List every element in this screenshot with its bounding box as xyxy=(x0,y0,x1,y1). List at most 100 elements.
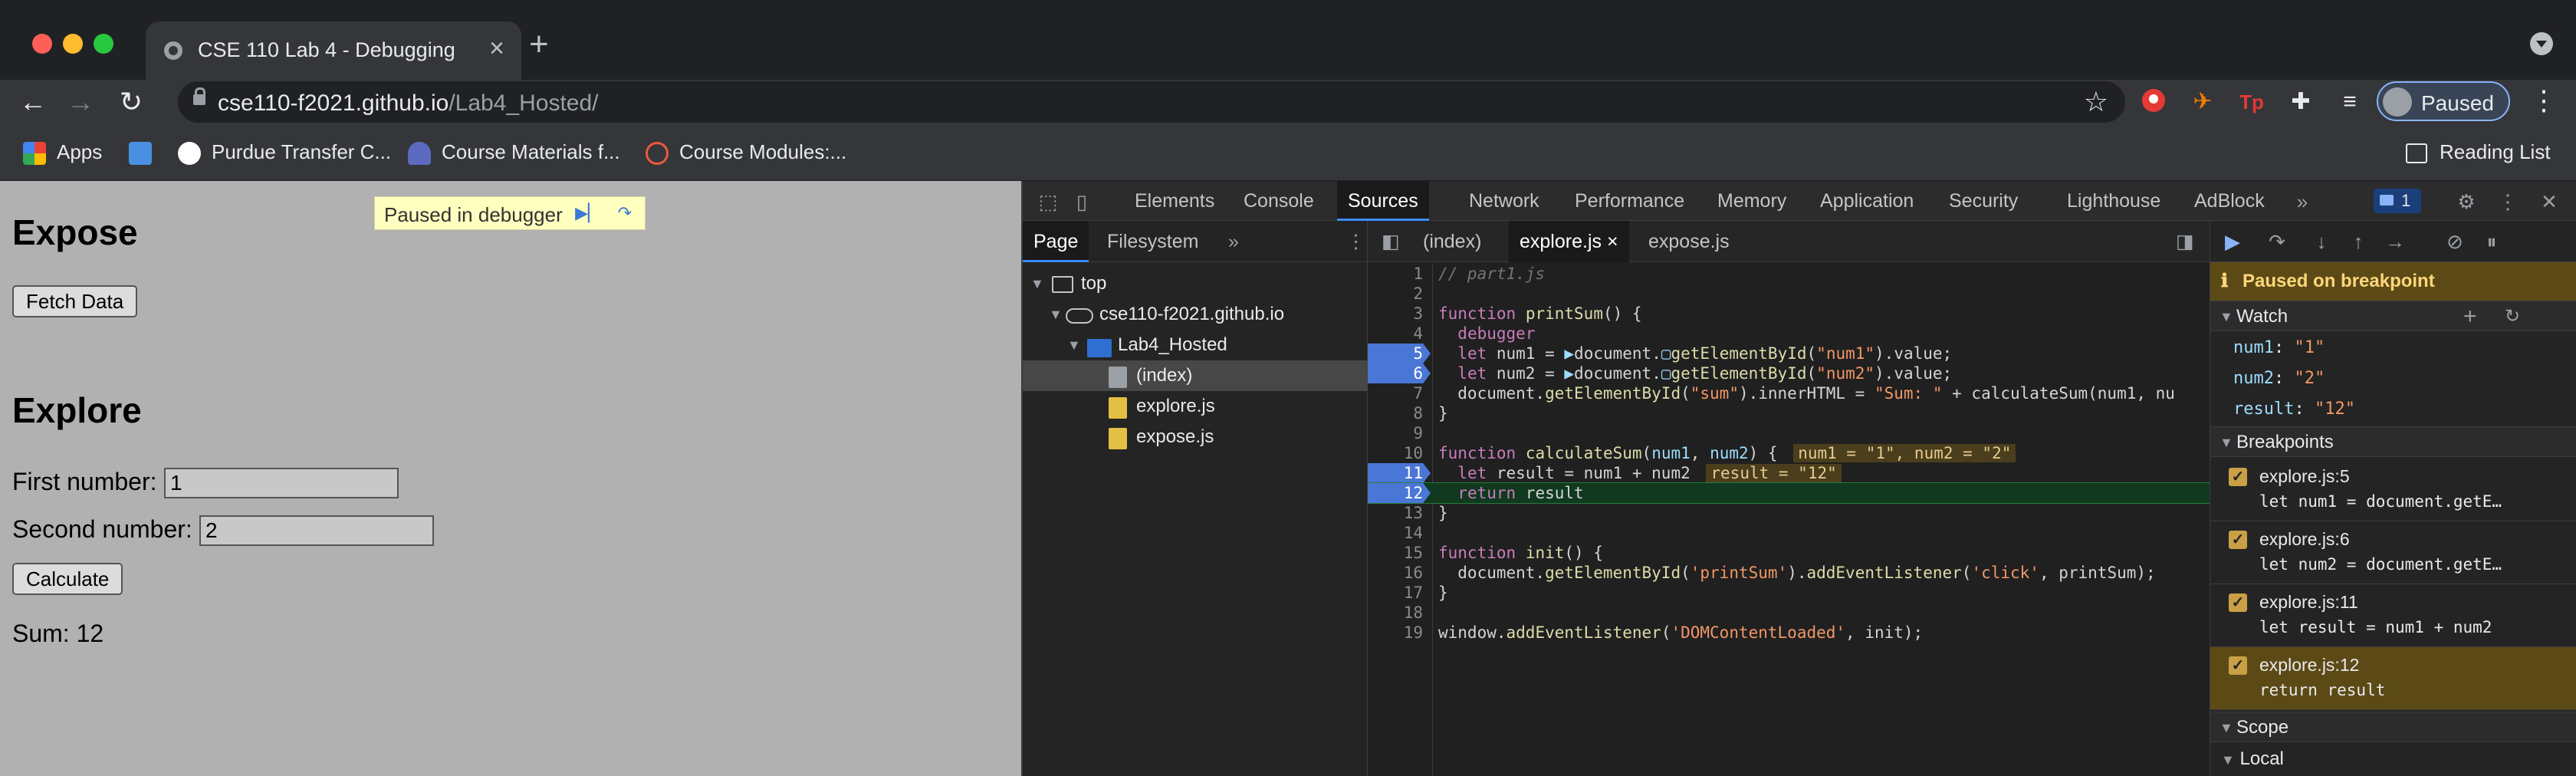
first-number-input[interactable] xyxy=(164,468,399,498)
breakpoint-marker[interactable]: 12 xyxy=(1368,483,1431,503)
messages-badge[interactable]: 1 xyxy=(2374,189,2421,213)
step-icon[interactable]: → xyxy=(2384,230,2407,253)
back-icon[interactable]: ← xyxy=(15,84,51,120)
watch-item[interactable]: result: "12" xyxy=(2210,394,2576,425)
more-tabs-icon[interactable]: » xyxy=(2291,190,2314,213)
watch-item[interactable]: num1: "1" xyxy=(2210,333,2576,363)
scope-local-header[interactable]: ▼ Local xyxy=(2210,744,2576,774)
breakpoint-marker[interactable]: 11 xyxy=(1368,463,1431,483)
resume-icon[interactable]: ▶ xyxy=(2221,230,2244,253)
close-devtools-icon[interactable]: ✕ xyxy=(2538,190,2561,213)
close-window-icon[interactable] xyxy=(32,34,52,54)
line-number[interactable]: 15 xyxy=(1368,543,1431,563)
code-line[interactable]: 18 xyxy=(1368,603,2210,623)
second-number-input[interactable] xyxy=(199,515,434,546)
bookmark-apps[interactable]: Apps xyxy=(23,138,102,166)
line-number[interactable]: 3 xyxy=(1368,304,1431,324)
code-line[interactable]: 4 debugger xyxy=(1368,324,2210,344)
tab-console[interactable]: Console xyxy=(1233,181,1325,221)
tree-file-index[interactable]: (index) xyxy=(1023,360,1368,391)
code-line-breakpoint[interactable]: 6 let num2 = ▶document.▢getElementById("… xyxy=(1368,363,2210,383)
bookmark-star-icon[interactable]: ☆ xyxy=(2084,86,2108,118)
code-line[interactable]: 14 xyxy=(1368,523,2210,543)
collapse-arrow-icon[interactable]: ▼ xyxy=(2221,752,2235,768)
media-queue-icon[interactable]: ≡ xyxy=(2335,87,2364,117)
bookmark-course-modules[interactable]: Course Modules:... xyxy=(646,138,846,166)
step-over-icon[interactable]: ↷ xyxy=(610,202,640,225)
code-line[interactable]: 2 xyxy=(1368,284,2210,304)
close-tab-icon[interactable]: × xyxy=(489,34,504,64)
expand-arrow-icon[interactable]: ▼ xyxy=(1067,330,1081,360)
code-line[interactable]: 7 document.getElementById("sum").innerHT… xyxy=(1368,383,2210,403)
breakpoint-item[interactable]: ✓ explore.js:5 let num1 = document.getE… xyxy=(2210,459,2576,521)
expand-arrow-icon[interactable]: ▼ xyxy=(1030,268,1044,299)
editor-tab-explore[interactable]: explore.js × xyxy=(1509,221,1629,262)
extension-orange-icon[interactable]: ✈ xyxy=(2188,87,2217,117)
watch-item[interactable]: num2: "2" xyxy=(2210,363,2576,394)
minimize-window-icon[interactable] xyxy=(63,34,83,54)
current-execution-line[interactable]: 12 return result xyxy=(1368,482,2210,504)
profile-button[interactable]: Paused xyxy=(2377,81,2510,121)
tree-file-expose[interactable]: expose.js xyxy=(1023,422,1368,452)
tab-filesystem[interactable]: Filesystem xyxy=(1096,221,1209,262)
calculate-button[interactable]: Calculate xyxy=(12,563,123,595)
collapse-arrow-icon[interactable]: ▼ xyxy=(2220,712,2233,743)
collapse-arrow-icon[interactable]: ▼ xyxy=(2220,301,2233,332)
step-out-icon[interactable]: ↑ xyxy=(2347,230,2370,253)
editor-tab-expose[interactable]: expose.js xyxy=(1638,221,1740,262)
line-number[interactable]: 14 xyxy=(1368,523,1431,543)
line-number[interactable]: 7 xyxy=(1368,383,1431,403)
tab-adblock[interactable]: AdBlock xyxy=(2183,181,2275,221)
line-number[interactable]: 13 xyxy=(1368,503,1431,523)
code-line[interactable]: 19 window.addEventListener('DOMContentLoa… xyxy=(1368,623,2210,643)
breakpoint-checkbox[interactable]: ✓ xyxy=(2229,531,2247,549)
line-number[interactable]: 8 xyxy=(1368,403,1431,423)
new-tab-icon[interactable]: + xyxy=(529,28,549,61)
tab-network[interactable]: Network xyxy=(1458,181,1550,221)
line-number[interactable]: 16 xyxy=(1368,563,1431,583)
tab-lighthouse[interactable]: Lighthouse xyxy=(2056,181,2171,221)
code-line[interactable]: 3 function printSum() { xyxy=(1368,304,2210,324)
tab-sources[interactable]: Sources xyxy=(1337,181,1429,221)
tab-search-icon[interactable] xyxy=(2530,32,2553,55)
resume-icon[interactable]: ▶▏ xyxy=(573,202,603,225)
breakpoints-section-header[interactable]: ▼ Breakpoints xyxy=(2210,426,2576,457)
tree-item-top[interactable]: ▼ top xyxy=(1023,268,1368,299)
tab-security[interactable]: Security xyxy=(1938,181,2029,221)
inspect-element-icon[interactable]: ⬚ xyxy=(1037,190,1060,213)
tree-item-domain[interactable]: ▼ cse110-f2021.github.io xyxy=(1023,299,1368,330)
source-code[interactable]: 1// part1.js 2 3 function printSum() { 4 … xyxy=(1368,264,2210,776)
expand-arrow-icon[interactable]: ▼ xyxy=(1049,299,1063,330)
reload-icon[interactable]: ↻ xyxy=(113,84,149,120)
code-line-breakpoint[interactable]: 5 let num1 = ▶document.▢getElementById("… xyxy=(1368,344,2210,363)
line-number[interactable]: 17 xyxy=(1368,583,1431,603)
line-number[interactable]: 2 xyxy=(1368,284,1431,304)
breakpoint-marker[interactable]: 5 xyxy=(1368,344,1431,363)
reading-list-button[interactable]: Reading List xyxy=(2406,138,2551,166)
forward-icon[interactable]: → xyxy=(63,84,98,120)
breakpoint-marker[interactable]: 6 xyxy=(1368,363,1431,383)
step-over-icon[interactable]: ↷ xyxy=(2266,230,2288,253)
collapse-arrow-icon[interactable]: ▼ xyxy=(2220,427,2233,458)
bookmark-course-materials[interactable]: Course Materials f... xyxy=(408,138,620,166)
code-line[interactable]: 17} xyxy=(1368,583,2210,603)
breakpoint-item[interactable]: ✓ explore.js:6 let num2 = document.getE… xyxy=(2210,521,2576,584)
breakpoint-checkbox[interactable]: ✓ xyxy=(2229,468,2247,486)
line-number[interactable]: 19 xyxy=(1368,623,1431,643)
line-number[interactable]: 18 xyxy=(1368,603,1431,623)
address-bar[interactable]: cse110-f2021.github.io/Lab4_Hosted/ ☆ xyxy=(178,81,2125,123)
breakpoint-checkbox[interactable]: ✓ xyxy=(2229,594,2247,612)
browser-tab[interactable]: CSE 110 Lab 4 - Debugging × xyxy=(146,21,521,80)
device-toolbar-icon[interactable]: ▯ xyxy=(1070,190,1093,213)
more-navigator-tabs-icon[interactable]: » xyxy=(1217,221,1250,262)
code-line[interactable]: 16 document.getElementById('printSum').a… xyxy=(1368,563,2210,583)
breakpoint-item[interactable]: ✓ explore.js:11 let result = num1 + num2 xyxy=(2210,584,2576,647)
breakpoint-item-active[interactable]: ✓ explore.js:12 return result xyxy=(2210,647,2576,710)
breakpoint-checkbox[interactable]: ✓ xyxy=(2229,656,2247,675)
bookmark-purdue[interactable]: Purdue Transfer C... xyxy=(178,138,391,166)
fetch-data-button[interactable]: Fetch Data xyxy=(12,285,138,317)
pause-on-exceptions-icon[interactable]: ⏸ xyxy=(2480,230,2503,253)
devtools-menu-icon[interactable]: ⋮ xyxy=(2496,190,2519,213)
code-line[interactable]: 10 function calculateSum(num1, num2) { nu… xyxy=(1368,443,2210,463)
tree-file-explore[interactable]: explore.js xyxy=(1023,391,1368,422)
